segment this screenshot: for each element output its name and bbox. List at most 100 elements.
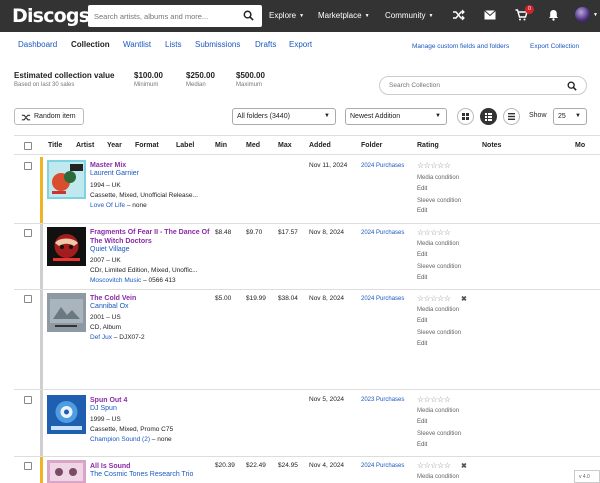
release-label: Moscovitch Music – 0566 413 bbox=[90, 277, 176, 284]
tab-lists[interactable]: Lists bbox=[165, 40, 181, 49]
per-page-select[interactable]: 25 ▼ bbox=[553, 108, 587, 125]
artist-link[interactable]: The Cosmic Tones Research Trio bbox=[90, 471, 193, 478]
edit-media-condition[interactable]: Edit bbox=[417, 318, 427, 324]
artist-link[interactable]: Laurent Garnier bbox=[90, 170, 139, 177]
album-thumbnail[interactable] bbox=[47, 227, 86, 266]
nav-community[interactable]: Community ▼ bbox=[385, 11, 433, 20]
label-link[interactable]: Love Of Life bbox=[90, 202, 125, 209]
chevron-down-icon: ▼ bbox=[428, 13, 434, 19]
label-link[interactable]: Champion Sound (2) bbox=[90, 436, 150, 443]
release-title-link[interactable]: Fragments Of Fear II - The Dance Of The … bbox=[90, 228, 210, 246]
folder-link[interactable]: 2024 Purchases bbox=[361, 463, 404, 469]
album-thumbnail[interactable] bbox=[47, 460, 86, 483]
tab-wantlist[interactable]: Wantlist bbox=[123, 40, 151, 49]
release-title-link[interactable]: The Cold Vein bbox=[90, 294, 210, 303]
tab-submissions[interactable]: Submissions bbox=[195, 40, 240, 49]
folder-link[interactable]: 2024 Purchases bbox=[361, 163, 404, 169]
col-added[interactable]: Added bbox=[309, 142, 331, 149]
tab-dashboard[interactable]: Dashboard bbox=[18, 40, 57, 49]
sort-select[interactable]: Newest Addition ▼ bbox=[345, 108, 447, 125]
col-year[interactable]: Year bbox=[107, 142, 122, 149]
edit-sleeve-condition[interactable]: Edit bbox=[417, 275, 427, 281]
search-icon[interactable] bbox=[567, 81, 577, 93]
edit-sleeve-condition[interactable]: Edit bbox=[417, 341, 427, 347]
mail-icon[interactable] bbox=[484, 10, 496, 22]
col-min[interactable]: Min bbox=[215, 142, 227, 149]
tab-collection[interactable]: Collection bbox=[71, 40, 110, 49]
manage-custom-fields-link[interactable]: Manage custom fields and folders bbox=[412, 43, 509, 50]
folder-link[interactable]: 2024 Purchases bbox=[361, 230, 404, 236]
folder-link[interactable]: 2023 Purchases bbox=[361, 397, 404, 403]
global-search-input[interactable] bbox=[94, 8, 234, 24]
col-max[interactable]: Max bbox=[278, 142, 292, 149]
col-folder[interactable]: Folder bbox=[361, 142, 382, 149]
grid-view-button[interactable] bbox=[457, 108, 474, 125]
media-condition-label: Media condition bbox=[417, 175, 460, 181]
folder-link[interactable]: 2024 Purchases bbox=[361, 296, 404, 302]
edit-media-condition[interactable]: Edit bbox=[417, 186, 427, 192]
col-rating[interactable]: Rating bbox=[417, 142, 439, 149]
album-thumbnail[interactable] bbox=[47, 293, 86, 332]
col-med[interactable]: Med bbox=[246, 142, 260, 149]
rating-stars[interactable]: ☆☆☆☆☆ bbox=[417, 162, 451, 170]
user-avatar[interactable] bbox=[575, 7, 590, 22]
label-link[interactable]: Moscovitch Music bbox=[90, 277, 141, 284]
discogs-logo[interactable]: Discogs bbox=[12, 5, 90, 27]
album-thumbnail[interactable] bbox=[47, 160, 86, 199]
compact-view-button[interactable] bbox=[503, 108, 520, 125]
search-icon[interactable] bbox=[243, 10, 254, 23]
per-page-value: 25 bbox=[558, 113, 566, 120]
tab-export[interactable]: Export bbox=[289, 40, 312, 49]
nav-marketplace[interactable]: Marketplace ▼ bbox=[318, 11, 370, 20]
label-link[interactable]: Def Jux bbox=[90, 334, 112, 341]
album-thumbnail[interactable] bbox=[47, 395, 86, 434]
release-label: Champion Sound (2) – none bbox=[90, 436, 172, 443]
random-item-button[interactable]: Random item bbox=[14, 108, 84, 125]
row-checkbox[interactable] bbox=[24, 229, 32, 237]
med-price: $9.70 bbox=[246, 229, 263, 236]
chevron-down-icon[interactable]: ▼ bbox=[593, 12, 598, 18]
shuffle-icon[interactable] bbox=[452, 9, 465, 23]
release-title-link[interactable]: All Is Sound bbox=[90, 462, 210, 471]
row-divider bbox=[14, 389, 600, 390]
col-label[interactable]: Label bbox=[176, 142, 194, 149]
edit-sleeve-condition[interactable]: Edit bbox=[417, 208, 427, 214]
release-title-link[interactable]: Master Mix bbox=[90, 161, 210, 170]
row-checkbox[interactable] bbox=[24, 462, 32, 470]
remove-rating-icon[interactable]: ✖ bbox=[461, 295, 467, 303]
release-format: CD, Album bbox=[90, 324, 122, 331]
row-checkbox[interactable] bbox=[24, 295, 32, 303]
rating-stars[interactable]: ☆☆☆☆☆ bbox=[417, 229, 451, 237]
collection-search-input[interactable] bbox=[389, 80, 559, 91]
edit-sleeve-condition[interactable]: Edit bbox=[417, 442, 427, 448]
remove-rating-icon[interactable]: ✖ bbox=[461, 462, 467, 470]
bell-icon[interactable] bbox=[548, 9, 559, 23]
col-format[interactable]: Format bbox=[135, 142, 159, 149]
list-view-button[interactable] bbox=[480, 108, 497, 125]
artist-link[interactable]: Cannibal Ox bbox=[90, 303, 129, 310]
rating-stars[interactable]: ☆☆☆☆☆ bbox=[417, 295, 451, 303]
col-more[interactable]: Mo bbox=[575, 142, 585, 149]
artist-link[interactable]: Quiet Village bbox=[90, 246, 130, 253]
folder-select[interactable]: All folders (3440) ▼ bbox=[232, 108, 336, 125]
nav-explore-label: Explore bbox=[269, 11, 297, 20]
edit-media-condition[interactable]: Edit bbox=[417, 419, 427, 425]
row-checkbox[interactable] bbox=[24, 396, 32, 404]
rating-stars[interactable]: ☆☆☆☆☆ bbox=[417, 462, 451, 470]
rating-stars[interactable]: ☆☆☆☆☆ bbox=[417, 396, 451, 404]
col-notes[interactable]: Notes bbox=[482, 142, 501, 149]
row-checkbox[interactable] bbox=[24, 162, 32, 170]
tab-drafts[interactable]: Drafts bbox=[255, 40, 276, 49]
nav-explore[interactable]: Explore ▼ bbox=[269, 11, 304, 20]
col-title[interactable]: Title bbox=[48, 142, 62, 149]
col-artist[interactable]: Artist bbox=[76, 142, 94, 149]
catalog-number: – none bbox=[149, 436, 172, 443]
table-header-divider bbox=[14, 154, 600, 155]
export-collection-link[interactable]: Export Collection bbox=[530, 43, 579, 50]
maximum-label: Maximum bbox=[236, 82, 263, 88]
edit-media-condition[interactable]: Edit bbox=[417, 252, 427, 258]
select-all-checkbox[interactable] bbox=[24, 142, 32, 150]
chevron-down-icon: ▼ bbox=[435, 113, 441, 119]
release-title-link[interactable]: Spun Out 4 bbox=[90, 396, 210, 405]
artist-link[interactable]: DJ Spun bbox=[90, 405, 117, 412]
